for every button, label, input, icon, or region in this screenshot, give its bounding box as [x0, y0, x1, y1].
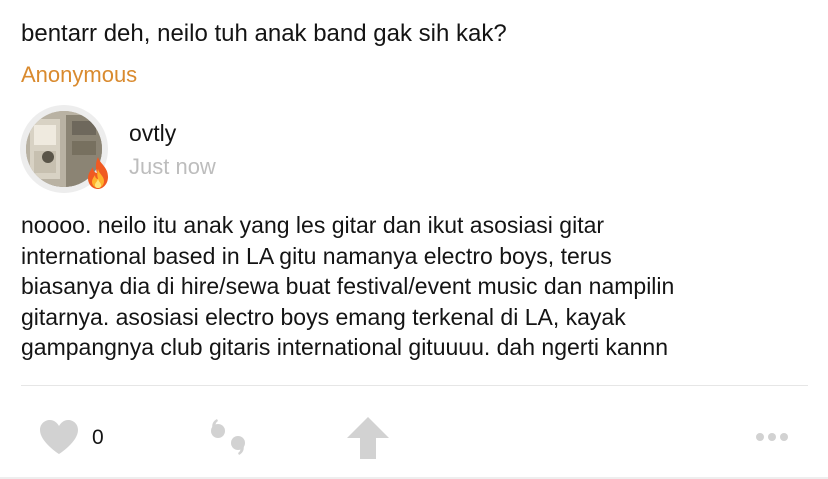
- repost-arrow-icon: [347, 417, 389, 459]
- quote-icon: [211, 419, 245, 455]
- fire-icon: [80, 155, 116, 191]
- more-dots-icon: [756, 433, 788, 441]
- more-options-button[interactable]: [752, 426, 792, 448]
- quote-button[interactable]: [205, 418, 253, 458]
- like-count: 0: [92, 426, 104, 449]
- answer-line: gampangnya club gitaris international gi…: [21, 334, 668, 360]
- divider: [21, 385, 808, 386]
- answer-text: noooo. neilo itu anak yang les gitar dan…: [21, 210, 821, 363]
- question-text: bentarr deh, neilo tuh anak band gak sih…: [21, 20, 507, 47]
- answer-timestamp: Just now: [129, 154, 216, 179]
- asker-name[interactable]: Anonymous: [21, 60, 137, 90]
- like-button[interactable]: 0: [38, 418, 118, 458]
- repost-button[interactable]: [345, 416, 391, 460]
- answer-line: gitarnya. asosiasi electro boys emang te…: [21, 303, 626, 330]
- heart-icon: [40, 420, 78, 454]
- answer-username[interactable]: ovtly: [129, 118, 176, 148]
- avatar[interactable]: [20, 105, 108, 193]
- answer-line: noooo. neilo itu anak yang les gitar dan…: [21, 212, 605, 238]
- answer-line: international based in LA gitu namanya e…: [21, 242, 612, 269]
- answer-line: biasanya dia di hire/sewa buat festival/…: [21, 273, 675, 299]
